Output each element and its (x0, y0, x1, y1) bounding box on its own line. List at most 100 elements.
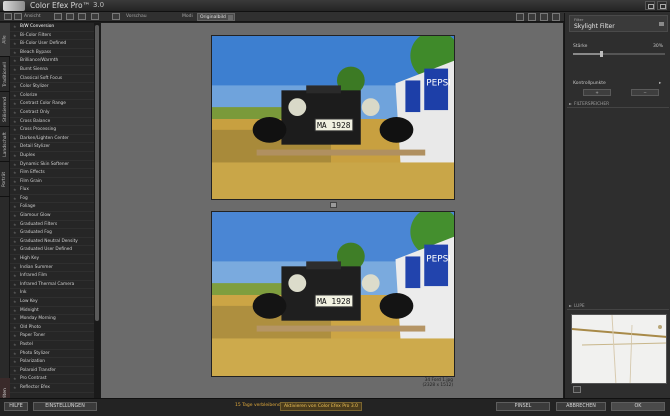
tab-stylizing[interactable]: Stilisierend (0, 93, 10, 127)
brush-button[interactable]: PINSEL (496, 402, 550, 411)
chevron-down-icon (659, 22, 664, 26)
filter-list-item[interactable]: Polaroid Transfer (10, 367, 94, 376)
minimize-window-icon[interactable] (645, 1, 655, 10)
zoom-fit-icon[interactable] (516, 13, 524, 21)
tab-portrait[interactable]: Porträt (0, 163, 10, 197)
filter-list-item[interactable]: Infrared Thermal Camera (10, 281, 94, 290)
mode-label: Modi (182, 14, 193, 19)
app-version: 3.0 (93, 1, 105, 9)
strength-slider-knob[interactable] (599, 51, 603, 57)
filter-list-item[interactable]: Foliage (10, 203, 94, 213)
filter-list-item[interactable]: Contrast Color Range (10, 100, 94, 109)
control-points-arrow-icon[interactable]: ▸ (659, 81, 661, 86)
filter-list-item[interactable]: Glamour Glow (10, 212, 94, 221)
hand-tool-icon[interactable] (552, 13, 560, 21)
settings-button[interactable]: EINSTELLUNGEN (33, 402, 97, 411)
help-button[interactable]: HILFE (4, 402, 28, 411)
filter-list-item[interactable]: Indian Summer (10, 264, 94, 273)
filter-list-item[interactable]: Film Effects (10, 169, 94, 178)
filter-list-item[interactable]: Old Photo (10, 324, 94, 333)
zoom-in-icon[interactable] (528, 13, 536, 21)
strength-slider[interactable] (573, 51, 665, 57)
filter-list-item[interactable]: Ink (10, 289, 94, 298)
filter-list-item[interactable]: Reflector Efex (10, 384, 94, 393)
filter-list-item[interactable]: Low Key (10, 298, 94, 307)
filter-list-item[interactable]: Bi-Color Filters (10, 32, 94, 41)
tab-landscape[interactable]: Landschaft (0, 128, 10, 162)
filter-list-item[interactable]: Pro Contrast (10, 375, 94, 384)
tab-all[interactable]: Alle (0, 23, 10, 57)
filter-list-item[interactable]: Bleach Bypass (10, 49, 94, 58)
add-control-point-button[interactable]: + (583, 89, 611, 96)
filter-list-item[interactable]: High Key (10, 255, 94, 264)
filter-list-item[interactable]: Cross Balance (10, 118, 94, 127)
filter-list: B/W ConversionBi-Color FiltersBi-Color U… (10, 23, 94, 398)
filter-list-item[interactable]: Photo Stylizer (10, 350, 94, 359)
filter-list-item[interactable]: Bi-Color User Defined (10, 40, 94, 49)
filter-list-item[interactable]: Polarization (10, 358, 94, 367)
filter-list-item[interactable]: Graduated Fog (10, 229, 94, 238)
filter-settings-panel: Filter Skylight Filter Stärke 30% Kontro… (564, 13, 670, 398)
loupe-section[interactable]: LUPE (567, 303, 669, 310)
single-view-icon[interactable] (4, 13, 12, 20)
filter-list-item[interactable]: Detail Stylizer (10, 143, 94, 152)
filter-list-item[interactable]: Cross Processing (10, 126, 94, 135)
filter-list-item[interactable]: Brilliance/Warmth (10, 57, 94, 66)
active-filter-header[interactable]: Filter Skylight Filter (569, 15, 668, 32)
maximize-window-icon[interactable] (657, 1, 667, 10)
filter-memory-section[interactable]: FILTERSPEICHER (567, 101, 669, 108)
filter-list-item[interactable]: Graduated Filters (10, 221, 94, 230)
filter-list-item[interactable]: B/W Conversion (10, 23, 94, 32)
color-picker-icon[interactable] (540, 13, 548, 21)
filter-list-item[interactable]: Colorize (10, 92, 94, 101)
filter-list-scrollbar[interactable] (94, 23, 100, 398)
strength-value: 30% (653, 44, 664, 49)
filter-list-item[interactable]: Flux (10, 186, 94, 195)
preview-label: Vorschau (126, 14, 147, 19)
filter-list-item[interactable]: Film Grain (10, 178, 94, 187)
split-handle[interactable] (330, 202, 337, 208)
filter-list-item[interactable]: Darken/Lighten Center (10, 135, 94, 144)
active-filter-name: Skylight Filter (574, 23, 615, 30)
side-by-side-icon[interactable] (54, 13, 62, 20)
filter-list-item[interactable]: Classical Soft Focus (10, 75, 94, 84)
title-bar: Color Efex Pro™ 3.0 (0, 0, 670, 12)
filter-list-item[interactable]: Pastel (10, 341, 94, 350)
fullscreen-icon[interactable] (91, 13, 99, 20)
filter-list-item[interactable]: Infrared Film (10, 272, 94, 281)
loupe-pin-icon[interactable] (573, 386, 581, 393)
ok-button[interactable]: OK (611, 402, 665, 411)
cancel-button[interactable]: ABBRECHEN (556, 402, 606, 411)
filter-list-item[interactable]: Graduated Neutral Density (10, 238, 94, 247)
remove-control-point-button[interactable]: − (631, 89, 659, 96)
preview-toggle-icon[interactable] (112, 13, 120, 20)
filter-list-item[interactable]: Fog (10, 195, 94, 204)
filter-list-item[interactable]: Contrast Only (10, 109, 94, 118)
filter-list-item[interactable]: Paper Toner (10, 332, 94, 341)
filter-list-item[interactable]: Burnt Sienna (10, 66, 94, 75)
photo-caption: 34 Ford 1.jpg (2328 x 1512) (423, 378, 454, 388)
compare-icon[interactable] (78, 13, 86, 20)
bottom-bar: HILFE EINSTELLUNGEN 15 Tage verbleibend … (0, 398, 670, 416)
filter-list-item[interactable]: Color Stylizer (10, 83, 94, 92)
strength-label: Stärke (573, 44, 588, 49)
filter-list-item[interactable]: Midnight (10, 307, 94, 316)
tab-traditional[interactable]: Traditionell (0, 58, 10, 92)
svg-text:MA 1928: MA 1928 (317, 297, 351, 306)
photo-original[interactable]: PEPSI MA 1928 (211, 35, 455, 200)
filter-list-item[interactable]: Graduated User Defined (10, 246, 94, 256)
app-title: Color Efex Pro™ (30, 1, 91, 10)
split-preview-icon[interactable] (66, 13, 74, 20)
activate-button[interactable]: Aktivieren von Color Efex Pro 3.0 (280, 402, 362, 411)
scrollbar-thumb[interactable] (95, 25, 99, 321)
nik-logo (3, 1, 25, 11)
view-mode-select[interactable]: Originalbild (197, 13, 235, 21)
view-mode-value: Originalbild (200, 15, 226, 20)
filter-list-item[interactable]: Monday Morning (10, 315, 94, 324)
control-points-label: Kontrollpunkte (573, 81, 606, 86)
chevron-down-icon (228, 15, 233, 20)
split-view-icon[interactable] (14, 13, 22, 20)
filter-list-item[interactable]: Dynamic Skin Softener (10, 161, 94, 170)
filter-list-item[interactable]: Duplex (10, 152, 94, 161)
photo-filtered[interactable]: PEPSI MA 1928 (211, 211, 455, 377)
